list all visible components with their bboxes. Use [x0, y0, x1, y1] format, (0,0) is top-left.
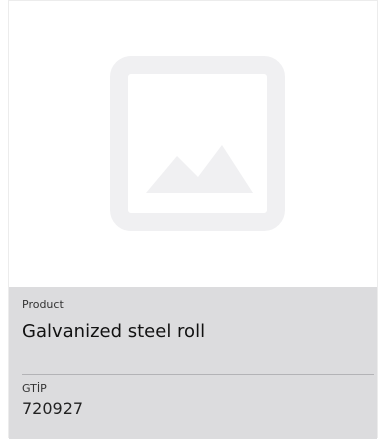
product-info-panel: Product Galvanized steel roll GTİP 72092…: [9, 287, 377, 439]
product-name: Galvanized steel roll: [22, 321, 206, 342]
gtip-code: 720927: [22, 399, 84, 418]
product-card[interactable]: Product Galvanized steel roll GTİP 72092…: [8, 0, 378, 439]
image-placeholder-icon: [110, 56, 285, 231]
gtip-label: GTİP: [22, 382, 47, 395]
product-image: [9, 1, 377, 287]
divider: [22, 374, 374, 375]
product-label: Product: [22, 298, 64, 311]
